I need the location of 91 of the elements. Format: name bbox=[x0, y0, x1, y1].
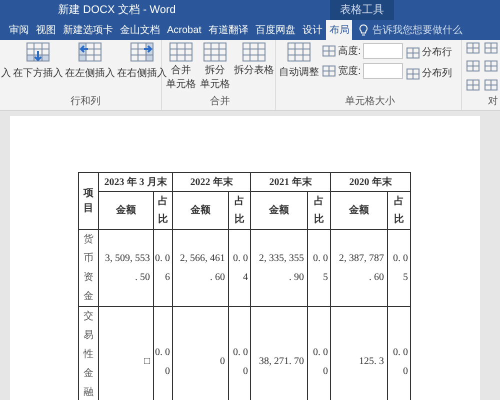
row-header-cell-text: 交易性金融 bbox=[84, 310, 94, 400]
alignment-icon bbox=[484, 60, 498, 72]
distribute-button[interactable]: 分布列 bbox=[406, 66, 452, 81]
window-title: 新建 DOCX 文档 - Word bbox=[58, 2, 177, 18]
header-cell-text: 占比 bbox=[158, 194, 168, 226]
context-tab-title: 表格工具 bbox=[330, 0, 394, 20]
ribbon-button[interactable]: 入 bbox=[0, 41, 12, 81]
split-cells-icon bbox=[202, 41, 228, 63]
row-header-cell-text: 货币资金 bbox=[84, 233, 94, 304]
ribbon-tab[interactable]: 新建选项卡 bbox=[60, 20, 116, 40]
field-label: 高度: bbox=[338, 44, 361, 58]
header-cell: 金额 bbox=[190, 205, 210, 216]
cell-text: 0. 0 bbox=[155, 252, 170, 266]
row-height-icon bbox=[322, 45, 336, 57]
cell-text: . 90 bbox=[289, 271, 304, 285]
insert-left-icon bbox=[77, 41, 103, 63]
cell-text: 0 bbox=[323, 364, 328, 378]
cell-text: . 50 bbox=[135, 271, 150, 285]
cell-text: 5 bbox=[403, 271, 408, 285]
cell-text: 0. 0 bbox=[233, 346, 248, 360]
cell-text: 0. 0 bbox=[393, 346, 408, 360]
cell-text: 6 bbox=[165, 271, 170, 285]
split-table-icon bbox=[241, 41, 267, 63]
ribbon-button[interactable]: 拆分 单元格 bbox=[199, 41, 231, 91]
cell-text: 2, 335, 355 bbox=[259, 252, 304, 266]
grid-icon bbox=[406, 46, 420, 58]
ribbon-tab[interactable]: 审阅 bbox=[6, 20, 32, 40]
ribbon-button[interactable]: 在右侧插入 bbox=[116, 41, 168, 81]
insert-below-icon bbox=[25, 41, 51, 63]
header-cell-text: 占比 bbox=[314, 194, 324, 226]
merge-cells-icon bbox=[286, 41, 312, 63]
ribbon-tab[interactable]: 设计 bbox=[299, 20, 326, 40]
cell-text: 0 bbox=[165, 364, 170, 378]
ribbon-tab[interactable]: 百度网盘 bbox=[252, 20, 298, 40]
ribbon-tab[interactable]: 布局 bbox=[326, 20, 352, 40]
header-cell-text: 项目 bbox=[84, 187, 94, 216]
cell-text: 0. 0 bbox=[313, 252, 328, 266]
header-cell: 金额 bbox=[349, 205, 369, 216]
alignment-icon bbox=[466, 42, 480, 54]
cell-text: 5 bbox=[323, 271, 328, 285]
group-label: 行和列 bbox=[70, 94, 102, 109]
cell-text: 0 bbox=[243, 364, 248, 378]
tell-me-box[interactable]: 告诉我您想要做什么 bbox=[372, 20, 462, 40]
header-cell: 2021 年末 bbox=[269, 176, 312, 188]
alignment-icon bbox=[484, 42, 498, 54]
header-cell-text: 占比 bbox=[394, 194, 404, 226]
cell-text: 2, 566, 461 bbox=[180, 252, 225, 266]
group-label: 对 bbox=[488, 94, 498, 109]
cell-text: 0. 0 bbox=[155, 346, 170, 360]
header-cell: 2022 年末 bbox=[190, 176, 233, 188]
size-field[interactable] bbox=[362, 43, 403, 59]
ribbon-button[interactable]: 在下方插入 bbox=[12, 41, 64, 81]
alignment-icon bbox=[466, 78, 480, 91]
merge-cells-icon bbox=[168, 41, 194, 63]
ribbon-tab[interactable]: 金山文档 bbox=[117, 20, 163, 40]
field-label: 宽度: bbox=[338, 64, 361, 78]
ribbon-tab[interactable]: 视图 bbox=[33, 20, 59, 40]
alignment-icon bbox=[484, 78, 498, 91]
alignment-icon bbox=[466, 60, 480, 72]
cell-text: . 60 bbox=[210, 271, 225, 285]
size-field[interactable] bbox=[362, 63, 403, 79]
cell-text: 4 bbox=[243, 271, 248, 285]
cell-text: 3, 509, 553 bbox=[105, 252, 150, 266]
header-cell: 2020 年末 bbox=[349, 176, 392, 188]
header-cell: 金额 bbox=[269, 205, 289, 216]
cell-text: □ bbox=[144, 355, 150, 369]
group-label: 单元格大小 bbox=[344, 94, 396, 109]
grid-icon bbox=[406, 68, 420, 80]
lightbulb-icon bbox=[359, 24, 368, 37]
ribbon-button[interactable]: 拆分表格 bbox=[233, 41, 275, 77]
cell-text: 0 bbox=[403, 364, 408, 378]
insert-right-icon bbox=[129, 41, 155, 63]
cell-text: . 60 bbox=[369, 271, 384, 285]
cell-text: 2, 387, 787 bbox=[339, 252, 384, 266]
ribbon-tab[interactable]: Acrobat bbox=[164, 20, 204, 40]
cell-text: 125. 3 bbox=[359, 355, 384, 369]
header-cell: 2023 年 3 月末 bbox=[104, 176, 167, 188]
cell-text: 0. 0 bbox=[393, 252, 408, 266]
cell-text: 38, 271. 70 bbox=[259, 355, 304, 369]
cell-text: 0. 0 bbox=[313, 346, 328, 360]
ribbon-tab[interactable]: 有道翻译 bbox=[205, 20, 252, 40]
ribbon-button[interactable]: 在左侧插入 bbox=[64, 41, 116, 81]
column-width-icon bbox=[322, 65, 336, 77]
cell-text: 0. 0 bbox=[233, 252, 248, 266]
group-label: 合并 bbox=[209, 94, 231, 109]
distribute-button[interactable]: 分布行 bbox=[406, 45, 452, 60]
autofit-button[interactable]: 自动调整 bbox=[279, 41, 319, 80]
ribbon-button[interactable]: 合并 单元格 bbox=[165, 41, 197, 91]
header-cell: 金额 bbox=[116, 205, 136, 216]
header-cell-text: 占比 bbox=[234, 194, 244, 226]
cell-text: 0 bbox=[220, 355, 225, 369]
